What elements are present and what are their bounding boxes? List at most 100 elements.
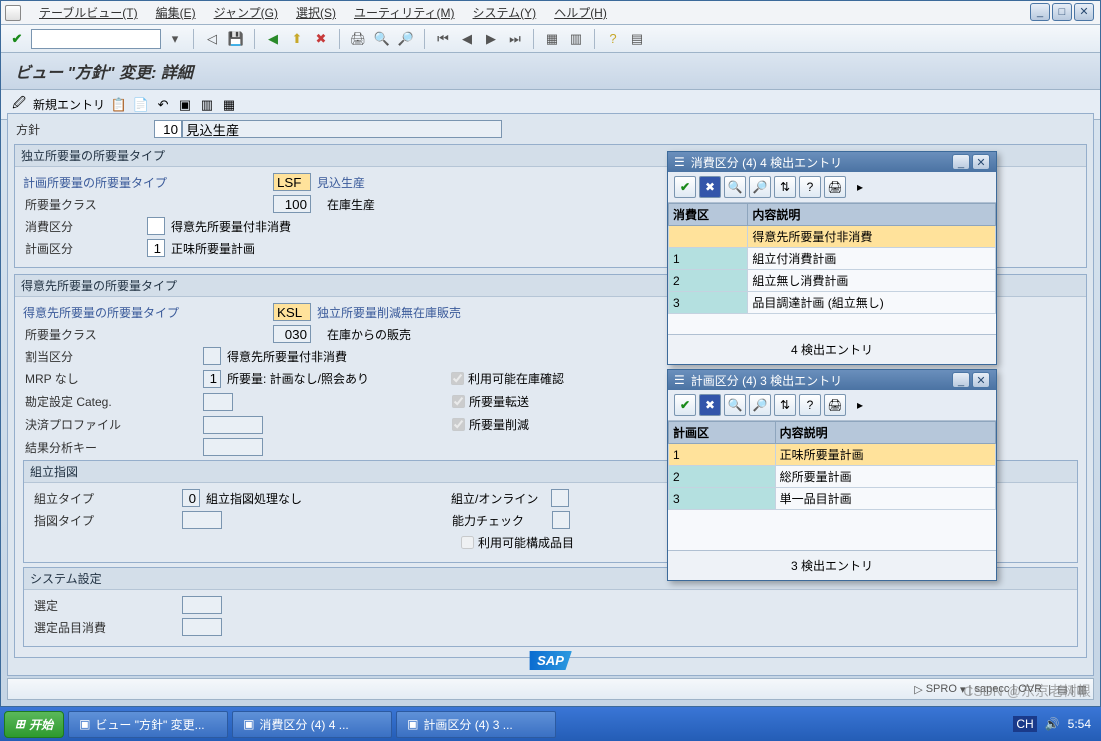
ok-icon[interactable]: ✔ xyxy=(7,29,27,49)
start-button[interactable]: ⊞ 开始 xyxy=(4,711,64,738)
delimit-icon[interactable]: ▣ xyxy=(177,97,193,113)
consume-div-field[interactable] xyxy=(147,217,165,235)
policy-text-field xyxy=(182,120,502,138)
popup2-ok-icon[interactable]: ✔ xyxy=(674,394,696,416)
popup1-print-icon[interactable]: 🖨 xyxy=(824,176,846,198)
last-page-icon[interactable]: ⏭ xyxy=(505,29,525,49)
minimize-button[interactable]: _ xyxy=(1030,3,1050,21)
plan-div-field[interactable] xyxy=(147,239,165,257)
popup1-sort-icon[interactable]: ⇅ xyxy=(774,176,796,198)
new-session-icon[interactable]: ▦ xyxy=(542,29,562,49)
back2-icon[interactable]: ◀ xyxy=(263,29,283,49)
system-tray[interactable]: CH 🔊 5:54 xyxy=(1013,716,1097,732)
capacity-label: 能力チェック xyxy=(452,512,552,529)
undo-icon[interactable]: ↶ xyxy=(155,97,171,113)
back-icon[interactable]: ◁ xyxy=(202,29,222,49)
popup1-more-icon[interactable]: ▸ xyxy=(849,176,871,198)
mrp-label: MRP なし xyxy=(23,370,203,387)
menu-utility[interactable]: ユーティリティ(M) xyxy=(354,4,455,21)
popup2-help-icon[interactable]: ? xyxy=(799,394,821,416)
copy-icon[interactable]: 📋 xyxy=(111,97,127,113)
policy-label: 方針 xyxy=(14,121,154,138)
paste-icon[interactable]: 📄 xyxy=(133,97,149,113)
chk-reduce-label: 所要量削減 xyxy=(469,416,529,433)
help-icon[interactable]: ? xyxy=(603,29,623,49)
popup2-row-0[interactable]: 1正味所要量計画 xyxy=(669,444,996,466)
plan-req-code[interactable] xyxy=(273,173,311,191)
popup2-findnext-icon[interactable]: 🔎 xyxy=(749,394,771,416)
popup2-cancel-icon[interactable]: ✖ xyxy=(699,394,721,416)
save-icon[interactable]: 💾 xyxy=(226,29,246,49)
find-icon[interactable]: 🔍 xyxy=(372,29,392,49)
menu-select[interactable]: 選択(S) xyxy=(296,4,336,21)
tray-clock: 5:54 xyxy=(1068,717,1091,731)
close-button[interactable]: ✕ xyxy=(1074,3,1094,21)
sap-logo: SAP xyxy=(529,651,572,670)
command-field[interactable] xyxy=(31,29,161,49)
mrp-text: 所要量: 計画なし/照会あり xyxy=(227,370,447,387)
popup2-col2[interactable]: 内容説明 xyxy=(775,422,995,444)
next-page-icon[interactable]: ▶ xyxy=(481,29,501,49)
first-page-icon[interactable]: ⏮ xyxy=(433,29,453,49)
popup2-col1[interactable]: 計画区 xyxy=(669,422,776,444)
change-icon[interactable]: 🖉 xyxy=(11,97,27,113)
popup1-row-3[interactable]: 3品目調達計画 (組立無し) xyxy=(669,292,996,314)
menu-edit[interactable]: 編集(E) xyxy=(156,4,196,21)
popup2-row-2[interactable]: 3単一品目計画 xyxy=(669,488,996,510)
tray-lang-icon[interactable]: CH xyxy=(1013,716,1036,732)
popup1-col2[interactable]: 内容説明 xyxy=(748,204,996,226)
alloc-label: 割当区分 xyxy=(23,348,203,365)
popup1-title: 消費区分 (4) 4 検出エントリ xyxy=(691,154,842,171)
popup1-help-icon[interactable]: ? xyxy=(799,176,821,198)
popup1-findnext-icon[interactable]: 🔎 xyxy=(749,176,771,198)
shortcut-icon[interactable]: ▥ xyxy=(566,29,586,49)
task-app1[interactable]: ▣ビュー "方針" 変更... xyxy=(68,711,228,738)
find-next-icon[interactable]: 🔎 xyxy=(396,29,416,49)
expand-icon[interactable]: ▥ xyxy=(199,97,215,113)
maximize-button[interactable]: □ xyxy=(1052,3,1072,21)
menu-system[interactable]: システム(Y) xyxy=(473,4,537,21)
cust-req-code[interactable] xyxy=(273,303,311,321)
popup1-ok-icon[interactable]: ✔ xyxy=(674,176,696,198)
prev-page-icon[interactable]: ◀ xyxy=(457,29,477,49)
popup2-find-icon[interactable]: 🔍 xyxy=(724,394,746,416)
menu-help[interactable]: ヘルプ(H) xyxy=(554,4,607,21)
app-menu-icon[interactable] xyxy=(5,5,21,21)
new-entry-button[interactable]: 新規エントリ xyxy=(33,96,105,113)
task-app3[interactable]: ▣計画区分 (4) 3 ... xyxy=(396,711,556,738)
capacity-field xyxy=(552,511,570,529)
popup1-min[interactable]: _ xyxy=(952,154,970,170)
popup1-col1[interactable]: 消費区 xyxy=(669,204,748,226)
popup2-more-icon[interactable]: ▸ xyxy=(849,394,871,416)
cancel-icon[interactable]: ✖ xyxy=(311,29,331,49)
popup2-min[interactable]: _ xyxy=(952,372,970,388)
exit-icon[interactable]: ⬆ xyxy=(287,29,307,49)
popup1-cancel-icon[interactable]: ✖ xyxy=(699,176,721,198)
popup2-table[interactable]: 計画区内容説明 1正味所要量計画 2総所要量計画 3単一品目計画 xyxy=(668,421,996,510)
popup1-row-1[interactable]: 1組立付消費計画 xyxy=(669,248,996,270)
layout-icon[interactable]: ▤ xyxy=(627,29,647,49)
popup1-table[interactable]: 消費区内容説明 得意先所要量付非消費 1組立付消費計画 2組立無し消費計画 3品… xyxy=(668,203,996,314)
chk-config xyxy=(461,536,474,549)
print-icon[interactable]: 🖨 xyxy=(348,29,368,49)
popup1-row-0[interactable]: 得意先所要量付非消費 xyxy=(669,226,996,248)
mrp-field xyxy=(203,370,221,388)
menu-tableview[interactable]: テーブルビュー(T) xyxy=(39,4,138,21)
popup2-close[interactable]: ✕ xyxy=(972,372,990,388)
popup1-find-icon[interactable]: 🔍 xyxy=(724,176,746,198)
dropdown-icon[interactable]: ▾ xyxy=(165,29,185,49)
popup2-row-1[interactable]: 2総所要量計画 xyxy=(669,466,996,488)
collapse-icon[interactable]: ▦ xyxy=(221,97,237,113)
select-item-label: 選定品目消費 xyxy=(32,619,182,636)
asm-type-code xyxy=(182,489,200,507)
tray-sound-icon[interactable]: 🔊 xyxy=(1045,717,1060,731)
online-field xyxy=(551,489,569,507)
popup2-sort-icon[interactable]: ⇅ xyxy=(774,394,796,416)
popup1-row-2[interactable]: 2組立無し消費計画 xyxy=(669,270,996,292)
menu-jump[interactable]: ジャンプ(G) xyxy=(214,4,278,21)
task-app2[interactable]: ▣消費区分 (4) 4 ... xyxy=(232,711,392,738)
popup1-close[interactable]: ✕ xyxy=(972,154,990,170)
asm-type-label: 組立タイプ xyxy=(32,490,182,507)
policy-code-field[interactable] xyxy=(154,120,182,138)
popup2-print-icon[interactable]: 🖨 xyxy=(824,394,846,416)
